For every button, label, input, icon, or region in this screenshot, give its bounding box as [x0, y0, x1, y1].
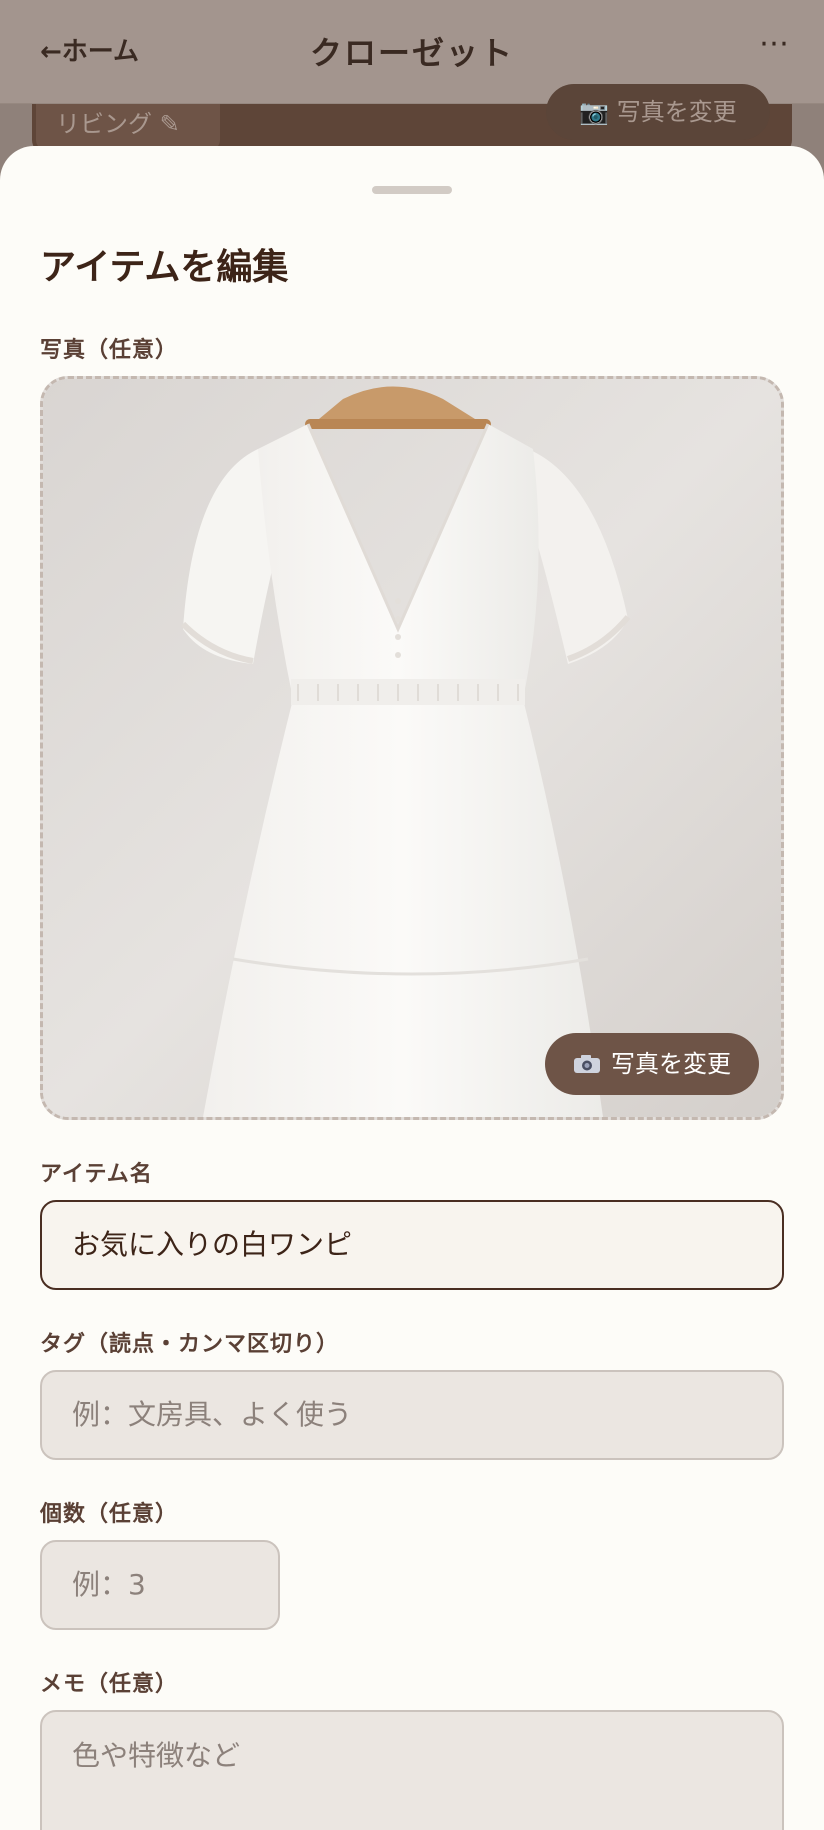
count-input[interactable]: 例：3 — [40, 1540, 280, 1630]
memo-textarea[interactable]: 色や特徴など — [40, 1710, 784, 1830]
sheet-grabber[interactable] — [372, 186, 452, 194]
app-screen: ←ホーム クローゼット ⋯ リビング ✎ 📷 写真を変更 アイテムを編集 写真（… — [0, 0, 824, 1830]
tags-input[interactable]: 例：文房具、よく使う — [40, 1370, 784, 1460]
count-label: 個数（任意） — [40, 1502, 179, 1527]
photo-picker[interactable]: 写真を変更 — [40, 376, 784, 1120]
item-name-input[interactable]: お気に入りの白ワンピ — [40, 1200, 784, 1290]
item-name-label: アイテム名 — [40, 1162, 153, 1187]
change-photo-label: 写真を変更 — [611, 1050, 731, 1078]
change-photo-button[interactable]: 写真を変更 — [545, 1033, 759, 1095]
background-change-photo-button: 📷 写真を変更 — [546, 84, 770, 140]
background-room-label: リビング ✎ — [36, 104, 220, 150]
edit-item-sheet: アイテムを編集 写真（任意） 写真を変更 アイテム名 お気に入りの白ワンピ タグ… — [0, 146, 824, 1830]
more-menu-icon[interactable]: ⋯ — [759, 26, 790, 61]
camera-icon — [573, 1054, 601, 1074]
photo-label: 写真（任意） — [40, 338, 179, 363]
tags-label: タグ（読点・カンマ区切り） — [40, 1332, 340, 1357]
sheet-title: アイテムを編集 — [40, 247, 289, 288]
page-title: クローゼット — [309, 34, 514, 72]
white-dress-photo — [43, 379, 781, 1117]
memo-label: メモ（任意） — [40, 1672, 179, 1697]
